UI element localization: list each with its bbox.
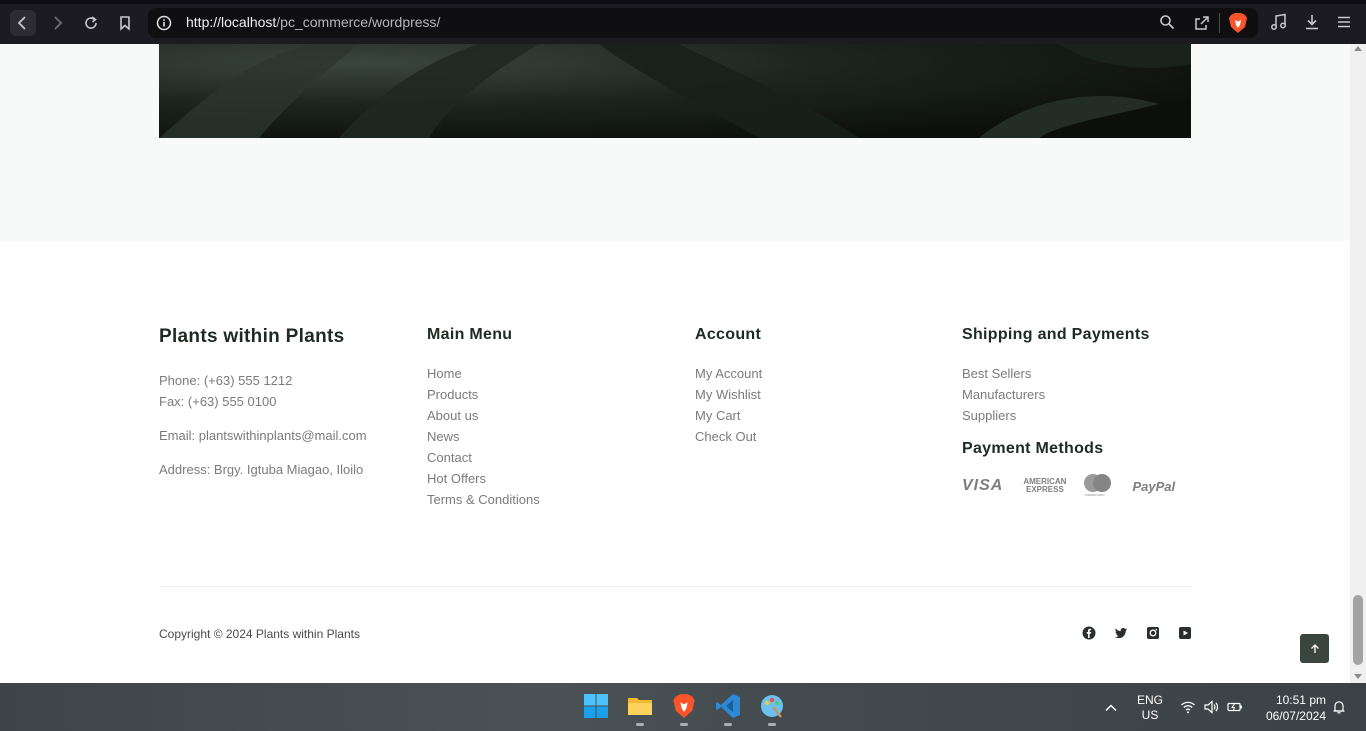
- clock-time: 10:51 pm: [1275, 693, 1326, 707]
- amex-logo: AMERICAN EXPRESS: [1023, 478, 1066, 494]
- back-icon[interactable]: [10, 10, 36, 36]
- youtube-icon[interactable]: [1178, 626, 1192, 640]
- windows-icon: [584, 694, 608, 718]
- footer-link-home[interactable]: Home: [427, 363, 540, 384]
- footer-brand-title: Plants within Plants: [159, 326, 345, 347]
- footer-link-products[interactable]: Products: [427, 384, 540, 405]
- footer-divider: [159, 586, 1191, 587]
- footer-link-my-account[interactable]: My Account: [695, 363, 762, 384]
- scroll-up-arrow[interactable]: [1354, 46, 1362, 51]
- url-host: http://localhost: [186, 14, 277, 30]
- language-line1: ENG: [1136, 693, 1163, 707]
- palette-icon: [761, 695, 783, 718]
- twitter-icon[interactable]: [1114, 626, 1128, 640]
- facebook-icon[interactable]: [1082, 626, 1096, 640]
- footer-contact-column: Plants within Plants Phone: (+63) 555 12…: [159, 326, 367, 480]
- brave-browser-app[interactable]: [669, 691, 699, 726]
- footer-email: Email: plantswithinplants@mail.com: [159, 428, 367, 443]
- vscode-app[interactable]: [713, 691, 743, 726]
- footer-link-terms[interactable]: Terms & Conditions: [427, 489, 540, 510]
- folder-icon: [628, 698, 652, 715]
- footer-link-my-cart[interactable]: My Cart: [695, 405, 762, 426]
- url-text[interactable]: http://localhost/pc_commerce/wordpress/: [186, 14, 440, 30]
- amex-line2: EXPRESS: [1026, 485, 1064, 494]
- clock[interactable]: 10:51 pm 06/07/2024: [1258, 692, 1326, 724]
- account-title: Account: [695, 326, 762, 343]
- payment-logos: VISA AMERICAN EXPRESS mastercard PayPal: [962, 474, 1195, 498]
- share-icon[interactable]: [1193, 14, 1211, 32]
- scroll-thumb[interactable]: [1353, 595, 1363, 665]
- footer-phone: Phone: (+63) 555 1212: [159, 373, 293, 388]
- windows-taskbar: ENG US 10:51 pm 06/07/2024: [0, 683, 1366, 731]
- clock-date: 06/07/2024: [1265, 709, 1326, 723]
- paypal-logo: PayPal: [1132, 478, 1176, 494]
- forward-icon[interactable]: [44, 10, 70, 36]
- brave-icon: [673, 694, 695, 718]
- hero-band: [0, 44, 1350, 241]
- bookmark-icon[interactable]: [112, 10, 138, 36]
- file-explorer-app[interactable]: [625, 691, 655, 726]
- footer-link-suppliers[interactable]: Suppliers: [962, 405, 1150, 426]
- zoom-icon[interactable]: [1159, 14, 1175, 30]
- footer-link-check-out[interactable]: Check Out: [695, 426, 762, 447]
- paint-app[interactable]: [757, 691, 787, 726]
- scroll-down-arrow[interactable]: [1354, 674, 1362, 679]
- chevron-up-icon[interactable]: [1103, 700, 1119, 716]
- notification-bell-icon[interactable]: [1331, 699, 1347, 715]
- download-icon[interactable]: [1303, 13, 1321, 31]
- url-path: /pc_commerce/wordpress/: [276, 14, 441, 30]
- battery-icon[interactable]: [1227, 699, 1243, 715]
- mastercard-logo: mastercard: [1082, 474, 1112, 498]
- footer-fax: Fax: (+63) 555 0100: [159, 394, 277, 409]
- instagram-icon[interactable]: [1146, 626, 1160, 640]
- vscode-icon: [716, 694, 740, 718]
- start-button[interactable]: [581, 691, 611, 721]
- scroll-to-top-button[interactable]: [1300, 634, 1329, 663]
- volume-icon[interactable]: [1203, 699, 1219, 715]
- menu-icon[interactable]: [1335, 13, 1353, 31]
- site-info-icon[interactable]: [156, 15, 172, 31]
- wifi-icon[interactable]: [1180, 699, 1196, 715]
- main-menu-title: Main Menu: [427, 326, 513, 343]
- footer-link-about-us[interactable]: About us: [427, 405, 540, 426]
- footer-link-contact[interactable]: Contact: [427, 447, 540, 468]
- footer-link-news[interactable]: News: [427, 426, 540, 447]
- shipping-title: Shipping and Payments: [962, 326, 1150, 343]
- reload-icon[interactable]: [78, 10, 104, 36]
- payment-methods-title: Payment Methods: [962, 440, 1104, 457]
- browser-toolbar: http://localhost/pc_commerce/wordpress/: [0, 0, 1366, 44]
- footer-link-hot-offers[interactable]: Hot Offers: [427, 468, 540, 489]
- toolbar-separator: [1219, 13, 1220, 33]
- footer-account-column: Account My Account My Wishlist My Cart C…: [695, 326, 762, 447]
- mastercard-text: mastercard: [1084, 492, 1105, 497]
- language-line2: US: [1141, 708, 1159, 722]
- footer-address: Address: Brgy. Igtuba Miagao, Iloilo: [159, 462, 364, 477]
- visa-logo: VISA: [962, 477, 1004, 494]
- arrow-up-icon: [1310, 643, 1319, 653]
- page-scrollbar[interactable]: [1350, 44, 1366, 683]
- footer-shipping-column: Shipping and Payments Best Sellers Manuf…: [962, 326, 1150, 458]
- hero-image: [159, 44, 1191, 138]
- page-content: Plants within Plants Phone: (+63) 555 12…: [0, 44, 1350, 683]
- footer-main-menu-column: Main Menu Home Products About us News Co…: [427, 326, 540, 510]
- footer-link-my-wishlist[interactable]: My Wishlist: [695, 384, 762, 405]
- footer-link-best-sellers[interactable]: Best Sellers: [962, 363, 1150, 384]
- brave-shields-icon[interactable]: [1228, 12, 1248, 34]
- media-icon[interactable]: [1270, 13, 1288, 31]
- language-indicator[interactable]: ENG US: [1134, 693, 1166, 723]
- footer-link-manufacturers[interactable]: Manufacturers: [962, 384, 1150, 405]
- copyright-text: Copyright © 2024 Plants within Plants: [159, 627, 360, 641]
